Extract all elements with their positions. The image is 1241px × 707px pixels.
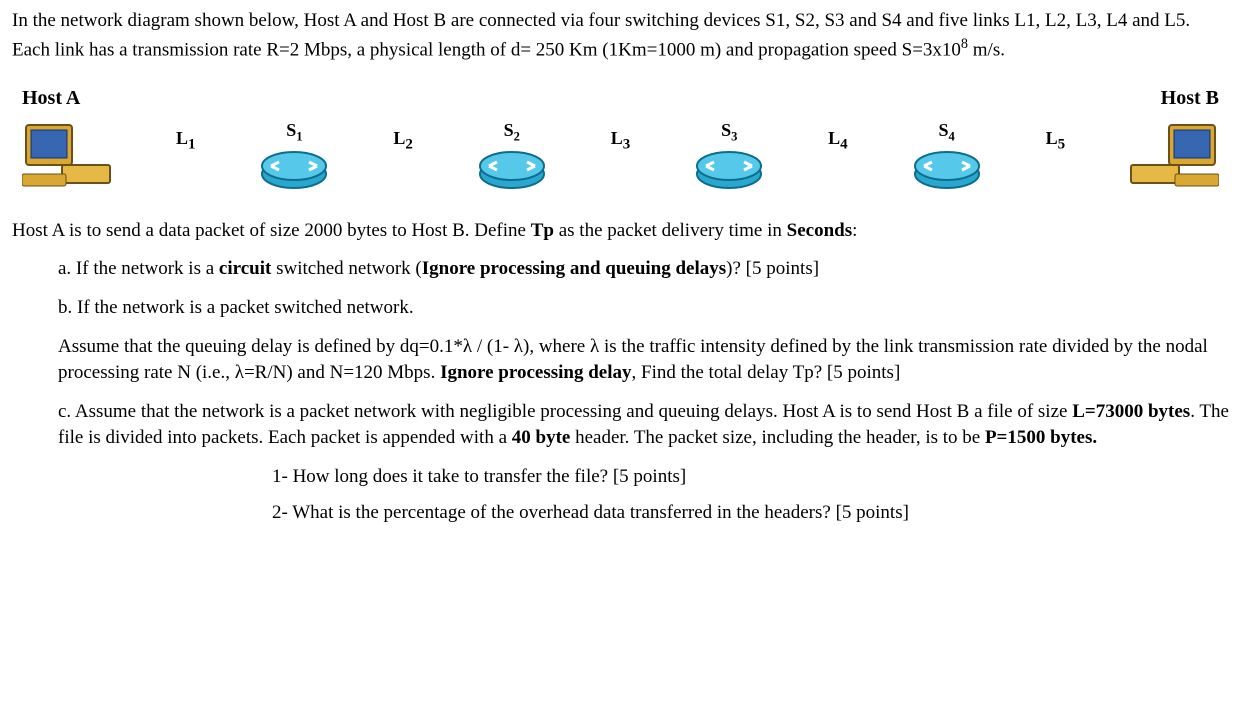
intro-part1: In the network diagram shown below, Host… [12, 10, 1190, 60]
question-c1: 1- How long does it take to transfer the… [272, 464, 1229, 491]
link-l5-label: L5 [1046, 126, 1066, 156]
link-l3-label: L3 [611, 126, 631, 156]
router-icon [477, 148, 547, 190]
router-icon [694, 148, 764, 190]
question-b: b. If the network is a packet switched n… [58, 295, 1229, 322]
question-c: c. Assume that the network is a packet n… [58, 399, 1229, 452]
question-lead: Host A is to send a data packet of size … [12, 218, 1229, 245]
question-c2: 2- What is the percentage of the overhea… [272, 500, 1229, 527]
intro-exp: 8 [961, 36, 968, 52]
switch-s1-label: S1 [286, 118, 302, 146]
switch-s3-label: S3 [721, 118, 737, 146]
host-b-icon [1129, 119, 1219, 189]
router-icon [912, 148, 982, 190]
link-l2-label: L2 [393, 126, 413, 156]
intro-text: In the network diagram shown below, Host… [12, 8, 1229, 64]
router-icon [259, 148, 329, 190]
switch-s4-label: S4 [938, 118, 954, 146]
question-b-detail: Assume that the queuing delay is defined… [58, 334, 1229, 387]
host-b-label: Host B [1161, 84, 1219, 112]
link-l4-label: L4 [828, 126, 848, 156]
link-l1-label: L1 [176, 126, 196, 156]
host-a-label: Host A [22, 84, 80, 112]
network-diagram: Host A Host B L1 S1 L2 [12, 84, 1229, 190]
host-a-icon [22, 119, 112, 189]
switch-s2-label: S2 [504, 118, 520, 146]
intro-part2: m/s. [968, 39, 1005, 60]
question-a: a. If the network is a circuit switched … [58, 256, 1229, 283]
